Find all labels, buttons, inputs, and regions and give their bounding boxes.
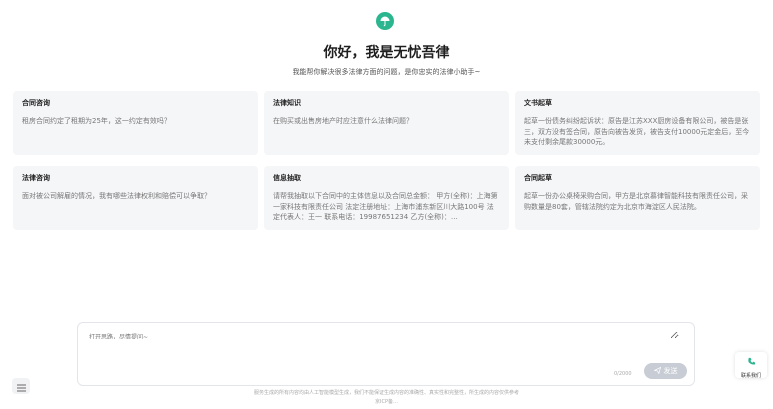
phone-icon	[747, 351, 756, 370]
page-subtitle: 我能帮你解决很多法律方面的问题，是你忠实的法律小助手~	[292, 68, 481, 76]
brand-logo-icon	[376, 12, 394, 30]
contact-us-button[interactable]: 联系我们	[735, 351, 767, 379]
card-body: 在购买或出售房地产时应注意什么法律问题？	[273, 117, 413, 125]
chat-input[interactable]	[89, 332, 679, 339]
contact-us-label: 联系我们	[740, 373, 761, 379]
prompt-card-legal-consult[interactable]: 法律咨询 面对被公司解雇的情况，我有哪些法律权利和赔偿可以争取？	[13, 166, 258, 230]
footer-disclaimer: 服务生成的所有内容均由人工智能模型生成，我们不能保证生成内容的准确性、真实性和完…	[253, 390, 519, 396]
page-title: 你好，我是无忧吾律	[323, 45, 450, 61]
send-button[interactable]: 发送	[644, 363, 687, 379]
prompt-card-legal-knowledge[interactable]: 法律知识 在购买或出售房地产时应注意什么法律问题？	[264, 91, 509, 155]
prompt-card-contract-consult[interactable]: 合同咨询 租房合同约定了租期为25年，这一约定有效吗？	[13, 91, 258, 155]
card-title: 合同起草	[524, 174, 552, 182]
card-body: 起草一份债务纠纷起诉状：原告是江苏XXX厨房设备有限公司，被告是张三，双方没有签…	[524, 117, 750, 146]
card-body: 请帮我抽取以下合同中的主体信息以及合同总金额： 甲方(全称)：上海第一家科技有限…	[273, 192, 498, 221]
card-body: 面对被公司解雇的情况，我有哪些法律权利和赔偿可以争取？	[22, 192, 211, 200]
send-icon	[652, 366, 661, 376]
footer-icp: 京ICP备…	[375, 399, 398, 405]
card-title: 法律知识	[273, 99, 301, 107]
card-title: 信息抽取	[273, 174, 301, 182]
card-body: 起草一份办公桌椅采购合同，甲方是北京慕律智能科技有限责任公司，采购数量是80套，…	[524, 192, 748, 211]
prompt-card-contract-drafting[interactable]: 合同起草 起草一份办公桌椅采购合同，甲方是北京慕律智能科技有限责任公司，采购数量…	[515, 166, 760, 230]
card-body: 租房合同约定了租期为25年，这一约定有效吗？	[22, 117, 171, 125]
prompt-card-info-extraction[interactable]: 信息抽取 请帮我抽取以下合同中的主体信息以及合同总金额： 甲方(全称)：上海第一…	[264, 166, 509, 230]
chat-input-box: 0/2000 发送	[77, 322, 695, 386]
char-counter: 0/2000	[614, 371, 632, 377]
send-label: 发送	[663, 367, 678, 375]
card-title: 法律咨询	[22, 174, 50, 182]
card-title: 文书起草	[524, 99, 552, 107]
card-title: 合同咨询	[22, 99, 50, 107]
prompt-card-document-drafting[interactable]: 文书起草 起草一份债务纠纷起诉状：原告是江苏XXX厨房设备有限公司，被告是张三，…	[515, 91, 760, 155]
